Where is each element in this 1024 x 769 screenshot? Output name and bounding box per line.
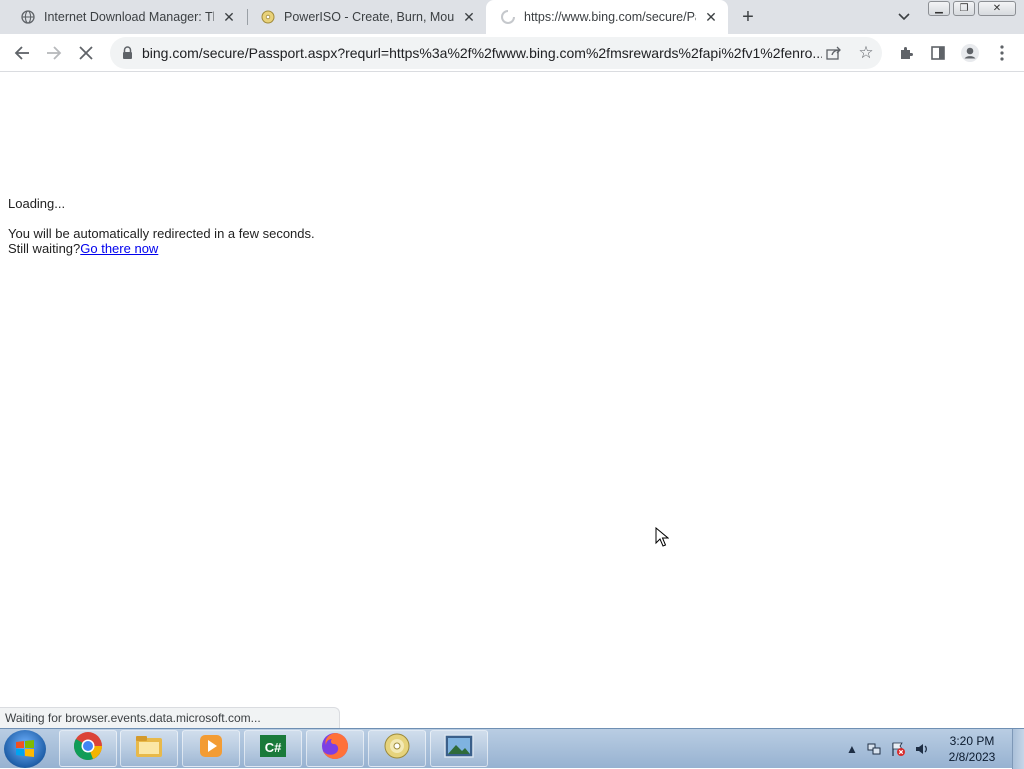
start-button[interactable] — [4, 730, 46, 768]
clock-date: 2/8/2023 — [948, 750, 996, 764]
taskbar-photo-viewer[interactable] — [430, 730, 488, 767]
redirect-text: You will be automatically redirected in … — [8, 226, 315, 241]
restore-button[interactable]: ❐ — [953, 1, 975, 16]
extensions-puzzle-icon[interactable] — [892, 39, 920, 67]
chrome-icon — [73, 731, 103, 766]
tab-title: Internet Download Manager: The — [44, 10, 214, 24]
page-content: Loading... You will be automatically red… — [0, 72, 1024, 728]
show-desktop-button[interactable] — [1012, 729, 1024, 769]
lock-icon[interactable] — [120, 45, 134, 61]
network-icon[interactable] — [866, 741, 882, 757]
taskbar-chrome[interactable] — [59, 730, 117, 767]
taskbar-firefox[interactable] — [306, 730, 364, 767]
csharp-icon: C# — [258, 732, 288, 765]
tab-title: https://www.bing.com/secure/Pa — [524, 10, 696, 24]
minimize-button[interactable]: ▁ — [928, 1, 950, 16]
address-bar[interactable]: bing.com/secure/Passport.aspx?requrl=htt… — [110, 37, 882, 69]
tab-internet-download-manager[interactable]: Internet Download Manager: The ✕ — [6, 0, 246, 34]
still-waiting-line: Still waiting?Go there now — [8, 241, 315, 256]
forward-button[interactable] — [40, 39, 68, 67]
show-hidden-icons-icon[interactable]: ▲ — [844, 741, 860, 757]
windows-taskbar: C# ▲ 3:20 PM 2/8/2023 — [0, 728, 1024, 769]
loading-text: Loading... — [8, 196, 66, 211]
close-icon[interactable]: ✕ — [220, 8, 238, 26]
tab-poweriso[interactable]: PowerISO - Create, Burn, Mount, ✕ — [246, 0, 486, 34]
tab-bing-secure[interactable]: https://www.bing.com/secure/Pa ✕ — [486, 0, 728, 34]
close-window-button[interactable]: ✕ — [978, 1, 1016, 16]
profile-avatar-icon[interactable] — [956, 39, 984, 67]
mouse-cursor-icon — [655, 526, 670, 547]
tab-strip: Internet Download Manager: The ✕ PowerIS… — [0, 0, 1024, 34]
menu-kebab-icon[interactable] — [988, 39, 1016, 67]
system-clock[interactable]: 3:20 PM 2/8/2023 — [942, 733, 1002, 765]
tab-title: PowerISO - Create, Burn, Mount, — [284, 10, 454, 24]
new-tab-icon[interactable]: + — [736, 5, 760, 29]
back-button[interactable] — [8, 39, 36, 67]
svg-text:C#: C# — [265, 740, 282, 755]
loading-spinner-icon — [500, 9, 516, 25]
close-icon[interactable]: ✕ — [702, 8, 720, 26]
taskbar-media-player[interactable] — [182, 730, 240, 767]
taskbar-csharp[interactable]: C# — [244, 730, 302, 767]
chevron-down-icon[interactable] — [893, 7, 915, 27]
globe-icon — [20, 9, 36, 25]
photo-viewer-icon — [443, 733, 475, 764]
browser-toolbar: bing.com/secure/Passport.aspx?requrl=htt… — [0, 34, 1024, 72]
poweriso-disc-icon — [383, 732, 411, 765]
volume-icon[interactable] — [914, 741, 930, 757]
taskbar-file-explorer[interactable] — [120, 730, 178, 767]
share-icon[interactable] — [824, 44, 844, 62]
stop-loading-button[interactable] — [72, 39, 100, 67]
file-explorer-icon — [134, 733, 164, 764]
clock-time: 3:20 PM — [949, 734, 995, 748]
taskbar-poweriso[interactable] — [368, 730, 426, 767]
side-panel-icon[interactable] — [924, 39, 952, 67]
close-icon[interactable]: ✕ — [460, 8, 478, 26]
disc-icon — [260, 9, 276, 25]
status-bar: Waiting for browser.events.data.microsof… — [0, 707, 340, 728]
still-waiting-text: Still waiting? — [8, 241, 81, 256]
url-text[interactable]: bing.com/secure/Passport.aspx?requrl=htt… — [142, 45, 822, 61]
go-there-now-link[interactable]: Go there now — [80, 241, 158, 256]
firefox-icon — [320, 731, 350, 766]
system-tray: ▲ 3:20 PM 2/8/2023 — [842, 729, 1022, 769]
bookmark-star-icon[interactable]: ☆ — [856, 43, 876, 63]
action-center-flag-icon[interactable] — [890, 741, 906, 757]
media-player-icon — [197, 732, 225, 765]
redirect-message: You will be automatically redirected in … — [8, 226, 315, 256]
